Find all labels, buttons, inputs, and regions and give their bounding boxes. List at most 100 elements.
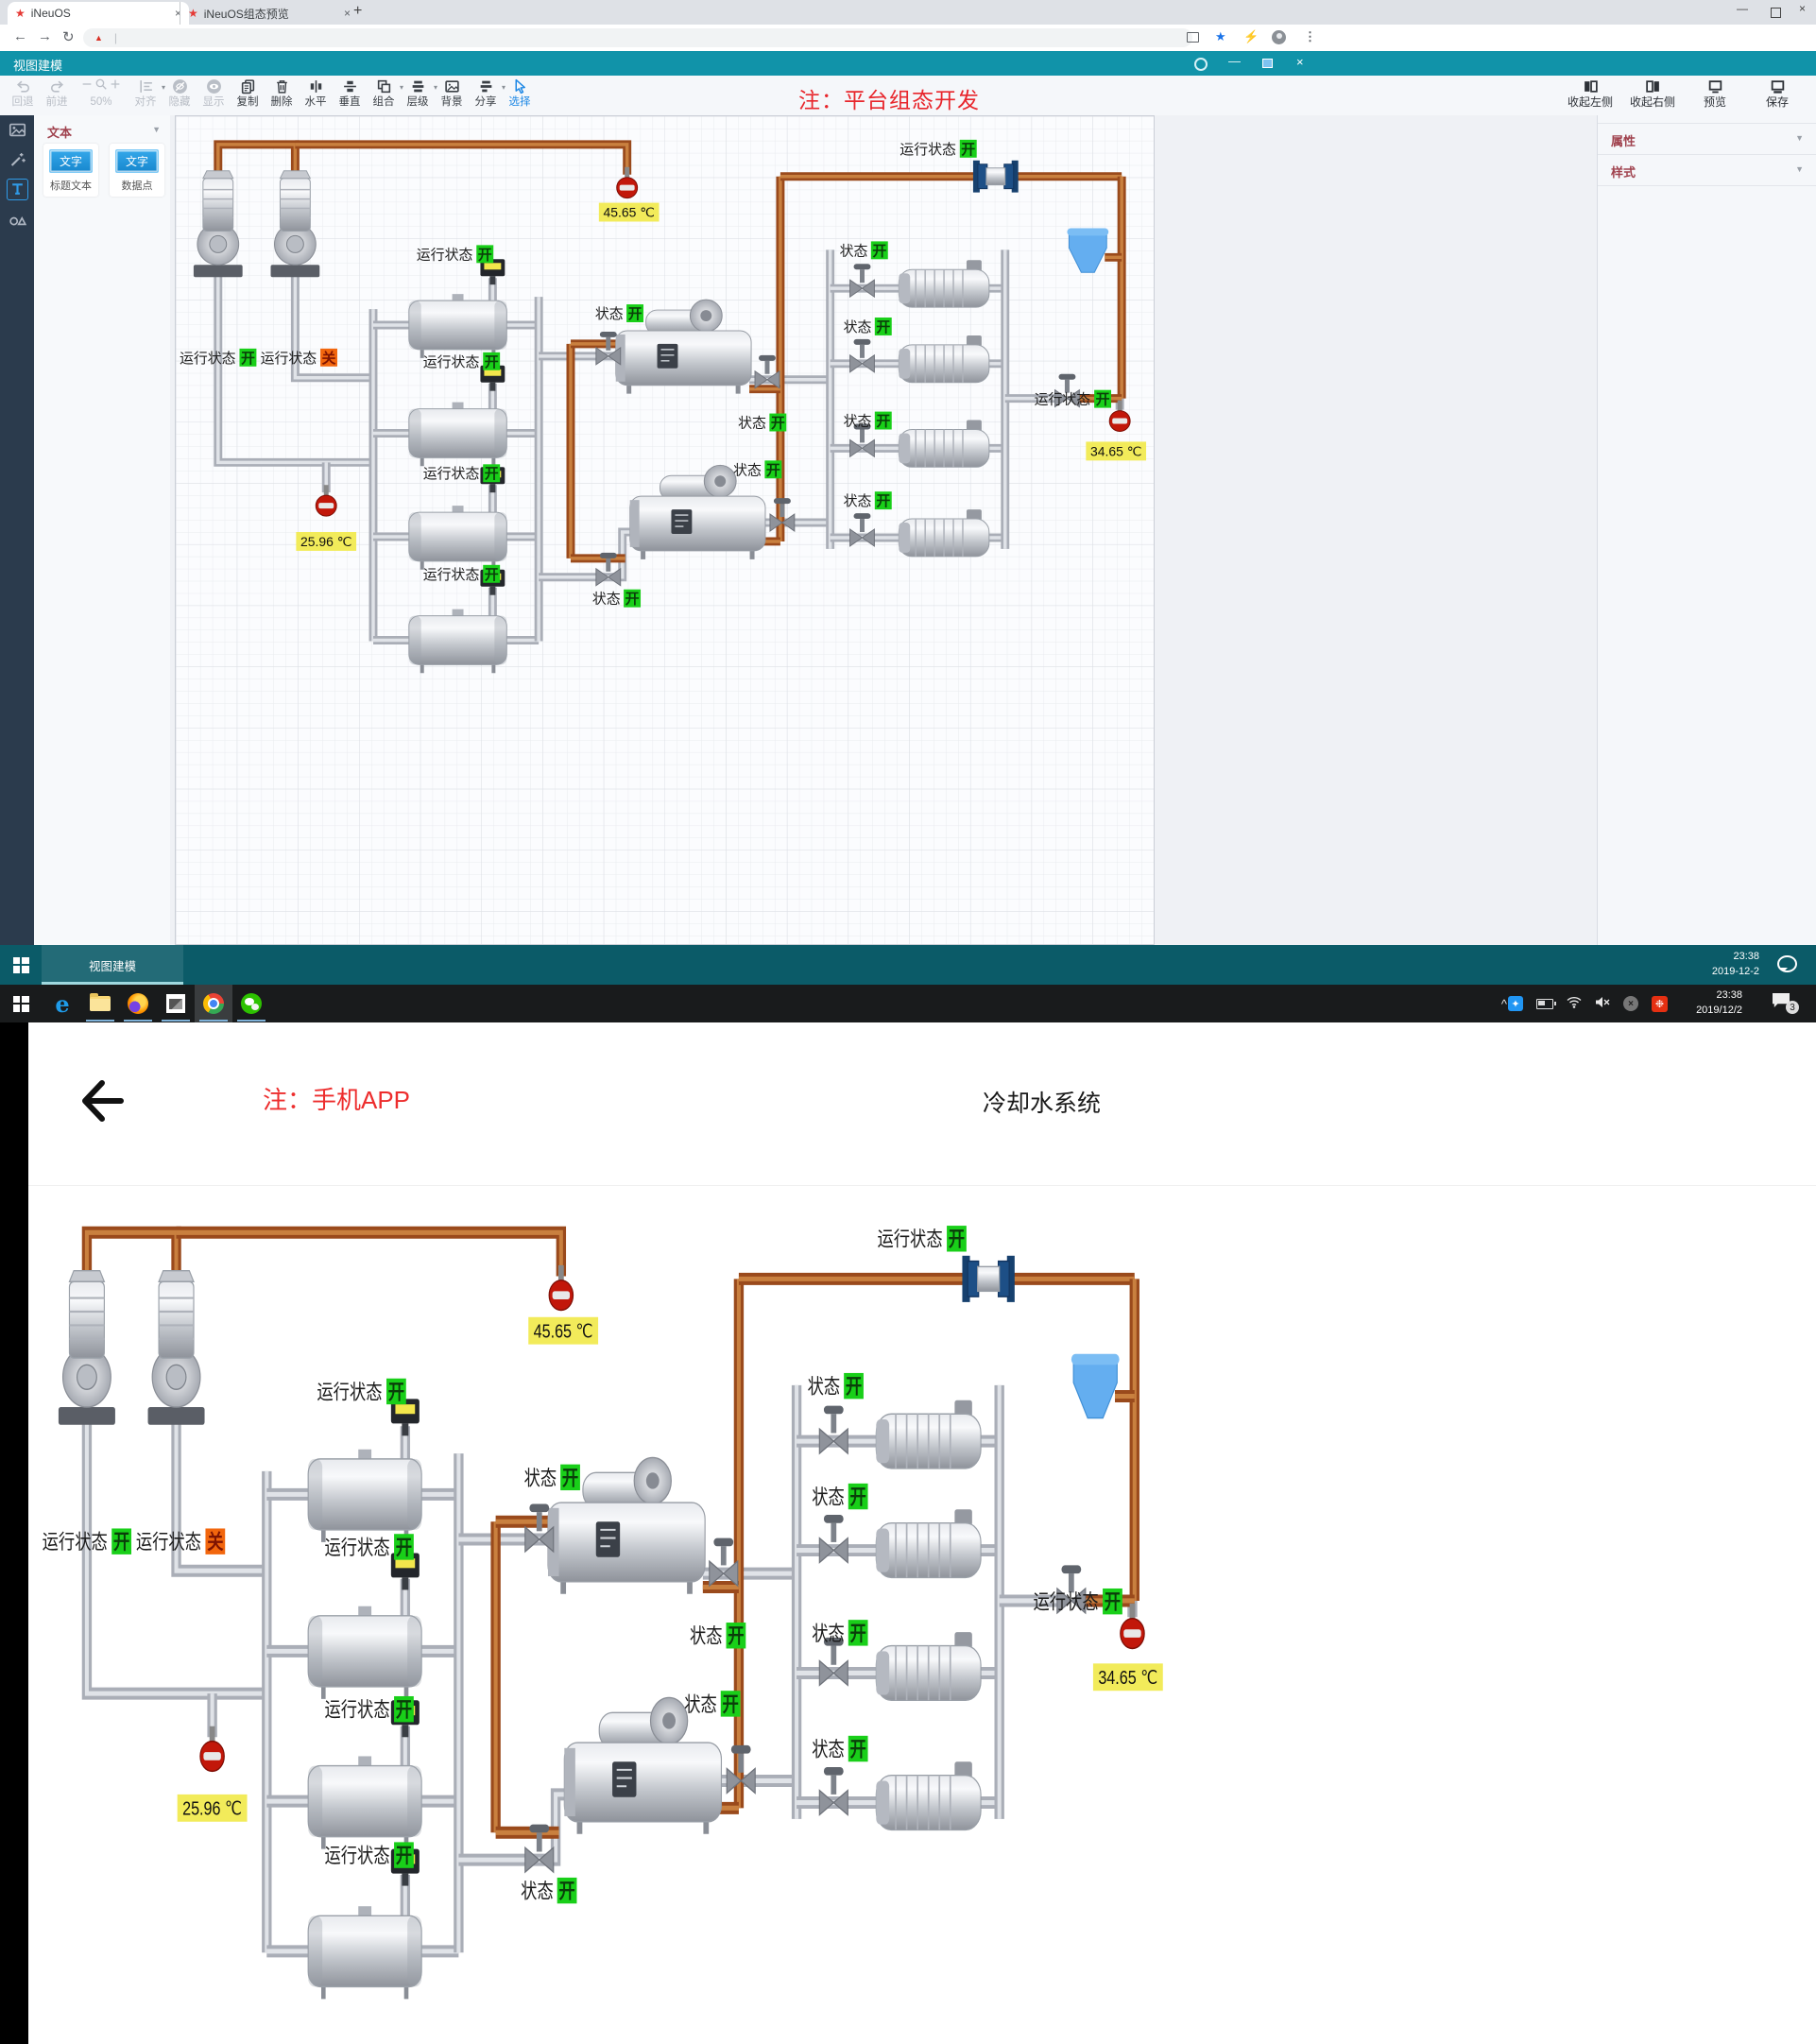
taskbar-app-tab[interactable]: 视图建模 [42, 945, 183, 985]
status-label[interactable]: 运行状态 [1033, 1591, 1098, 1614]
status-value[interactable]: 开 [113, 1531, 129, 1554]
status-label[interactable]: 运行状态 [136, 1531, 201, 1554]
toolbar-item-align[interactable]: 对齐▾ [128, 77, 163, 113]
category-shapes-icon[interactable] [0, 203, 34, 232]
tank[interactable] [308, 1450, 421, 1542]
tank[interactable] [409, 506, 507, 570]
category-text-icon[interactable] [0, 174, 34, 203]
toolbar-item-collapse-left[interactable]: 收起左侧 [1559, 77, 1621, 113]
send-to-device-icon[interactable] [1187, 32, 1199, 43]
design-canvas[interactable]: 运行状态开运行状态开运行状态开运行状态关运行状态开状态开状态开状态开状态开状态开… [170, 115, 1597, 945]
taskbar-clock[interactable]: 23:38 2019/12/2 [1696, 988, 1742, 1018]
app-close-icon[interactable]: × [1296, 55, 1304, 69]
pump[interactable] [59, 1271, 115, 1425]
status-label[interactable]: 运行状态 [877, 1228, 942, 1251]
tank[interactable] [308, 1756, 421, 1848]
status-value[interactable]: 开 [1096, 392, 1110, 408]
sensor-display[interactable] [391, 1399, 420, 1435]
status-value[interactable]: 开 [949, 1228, 965, 1251]
taskbar-edge-icon[interactable]: e [43, 985, 81, 1022]
status-label[interactable]: 状态 [738, 415, 766, 431]
canvas-page[interactable]: 运行状态开运行状态开运行状态开运行状态关运行状态开状态开状态开状态开状态开状态开… [175, 115, 1155, 945]
status-label[interactable]: 状态 [595, 306, 624, 322]
category-image-icon[interactable] [0, 115, 34, 145]
status-label[interactable]: 运行状态 [317, 1382, 382, 1404]
app-circle-icon[interactable] [1194, 58, 1208, 71]
status-label[interactable]: 状态 [844, 319, 872, 335]
reload-button[interactable]: ↻ [62, 28, 75, 45]
motor-unit[interactable] [876, 1632, 981, 1700]
status-value[interactable]: 开 [771, 415, 785, 431]
status-value[interactable]: 开 [558, 1881, 574, 1903]
status-value[interactable]: 开 [961, 142, 975, 158]
status-label[interactable]: 状态 [521, 1881, 554, 1903]
app-minimize-icon[interactable]: — [1228, 54, 1241, 68]
status-label[interactable]: 状态 [812, 1486, 845, 1509]
browser-menu-icon[interactable]: ⋮ [1304, 29, 1316, 44]
funnel[interactable] [1071, 1354, 1120, 1418]
category-wand-icon[interactable] [0, 145, 34, 174]
app-restore-icon[interactable] [1262, 59, 1273, 68]
panel-row-style[interactable]: 样式 ▼ [1598, 155, 1816, 186]
toolbar-item-group[interactable]: 组合▾ [367, 77, 401, 113]
status-label[interactable]: 运行状态 [417, 247, 473, 263]
status-label[interactable]: 运行状态 [180, 351, 236, 367]
taskbar-photos-icon[interactable] [157, 985, 195, 1022]
tank[interactable] [409, 294, 507, 358]
status-value[interactable]: 关 [207, 1530, 224, 1554]
temp-transmitter[interactable] [1121, 1604, 1144, 1649]
window-maximize-button[interactable] [1771, 8, 1781, 18]
status-label[interactable]: 状态 [844, 414, 872, 430]
status-value[interactable]: 开 [396, 1845, 412, 1867]
browser-tab-ineuos[interactable]: ★ iNeuOS × [8, 2, 189, 25]
wifi-icon[interactable] [1567, 996, 1582, 1011]
address-input[interactable]: ▲ | [83, 28, 1192, 47]
status-value[interactable]: 开 [396, 1699, 412, 1722]
status-value[interactable]: 开 [872, 243, 886, 259]
toolbar-item-horizontal[interactable]: 水平 [299, 77, 333, 113]
volume-muted-icon[interactable] [1595, 996, 1610, 1011]
status-value[interactable]: 开 [388, 1382, 404, 1404]
panel-section-title[interactable]: 文本 [47, 123, 72, 141]
taskbar-clock[interactable]: 23:38 2019-12-2 [1712, 949, 1759, 979]
status-label[interactable]: 运行状态 [423, 354, 480, 370]
tank[interactable] [308, 1906, 421, 1999]
status-label[interactable]: 运行状态 [423, 567, 480, 583]
status-value[interactable]: 开 [478, 247, 492, 263]
tank[interactable] [409, 610, 507, 674]
status-value[interactable]: 开 [396, 1537, 412, 1559]
status-value[interactable]: 开 [628, 306, 642, 322]
profile-avatar[interactable] [1272, 30, 1286, 44]
status-label[interactable]: 状态 [684, 1693, 717, 1716]
status-value[interactable]: 开 [723, 1693, 739, 1716]
status-label[interactable]: 运行状态 [423, 466, 480, 482]
status-value[interactable]: 开 [1105, 1591, 1121, 1614]
status-label[interactable]: 状态 [840, 243, 868, 259]
toolbar-item-redo[interactable]: 前进 [40, 77, 74, 113]
forward-button[interactable]: → [38, 28, 52, 44]
toolbar-item-collapse-right[interactable]: 收起右侧 [1621, 77, 1684, 113]
status-value[interactable]: 开 [485, 354, 499, 370]
toolbar-item-preview[interactable]: 预览 [1684, 77, 1746, 113]
motor-unit[interactable] [876, 1761, 981, 1829]
bookmark-star-icon[interactable]: ★ [1215, 29, 1226, 44]
status-label[interactable]: 运行状态 [43, 1531, 108, 1554]
status-label[interactable]: 运行状态 [261, 351, 317, 367]
status-value[interactable]: 开 [766, 462, 780, 478]
chiller[interactable] [564, 1697, 721, 1833]
status-label[interactable]: 状态 [844, 493, 872, 509]
status-value[interactable]: 关 [322, 350, 336, 367]
status-value[interactable]: 开 [728, 1625, 744, 1648]
zoom-out-icon[interactable] [80, 77, 94, 95]
flow-meter[interactable] [962, 1256, 1014, 1302]
status-value[interactable]: 开 [876, 493, 890, 509]
status-label[interactable]: 状态 [812, 1623, 845, 1645]
battery-icon[interactable] [1536, 999, 1553, 1009]
panel-row-attributes[interactable]: 属性 ▼ [1598, 123, 1816, 155]
mobile-back-button[interactable] [77, 1077, 127, 1129]
status-label[interactable]: 状态 [812, 1739, 845, 1761]
motor-unit[interactable] [876, 1509, 981, 1577]
status-label[interactable]: 运行状态 [324, 1537, 389, 1559]
toolbar-item-undo[interactable]: 回退 [6, 77, 40, 113]
temp-value[interactable]: 25.96 ℃ [300, 534, 351, 549]
